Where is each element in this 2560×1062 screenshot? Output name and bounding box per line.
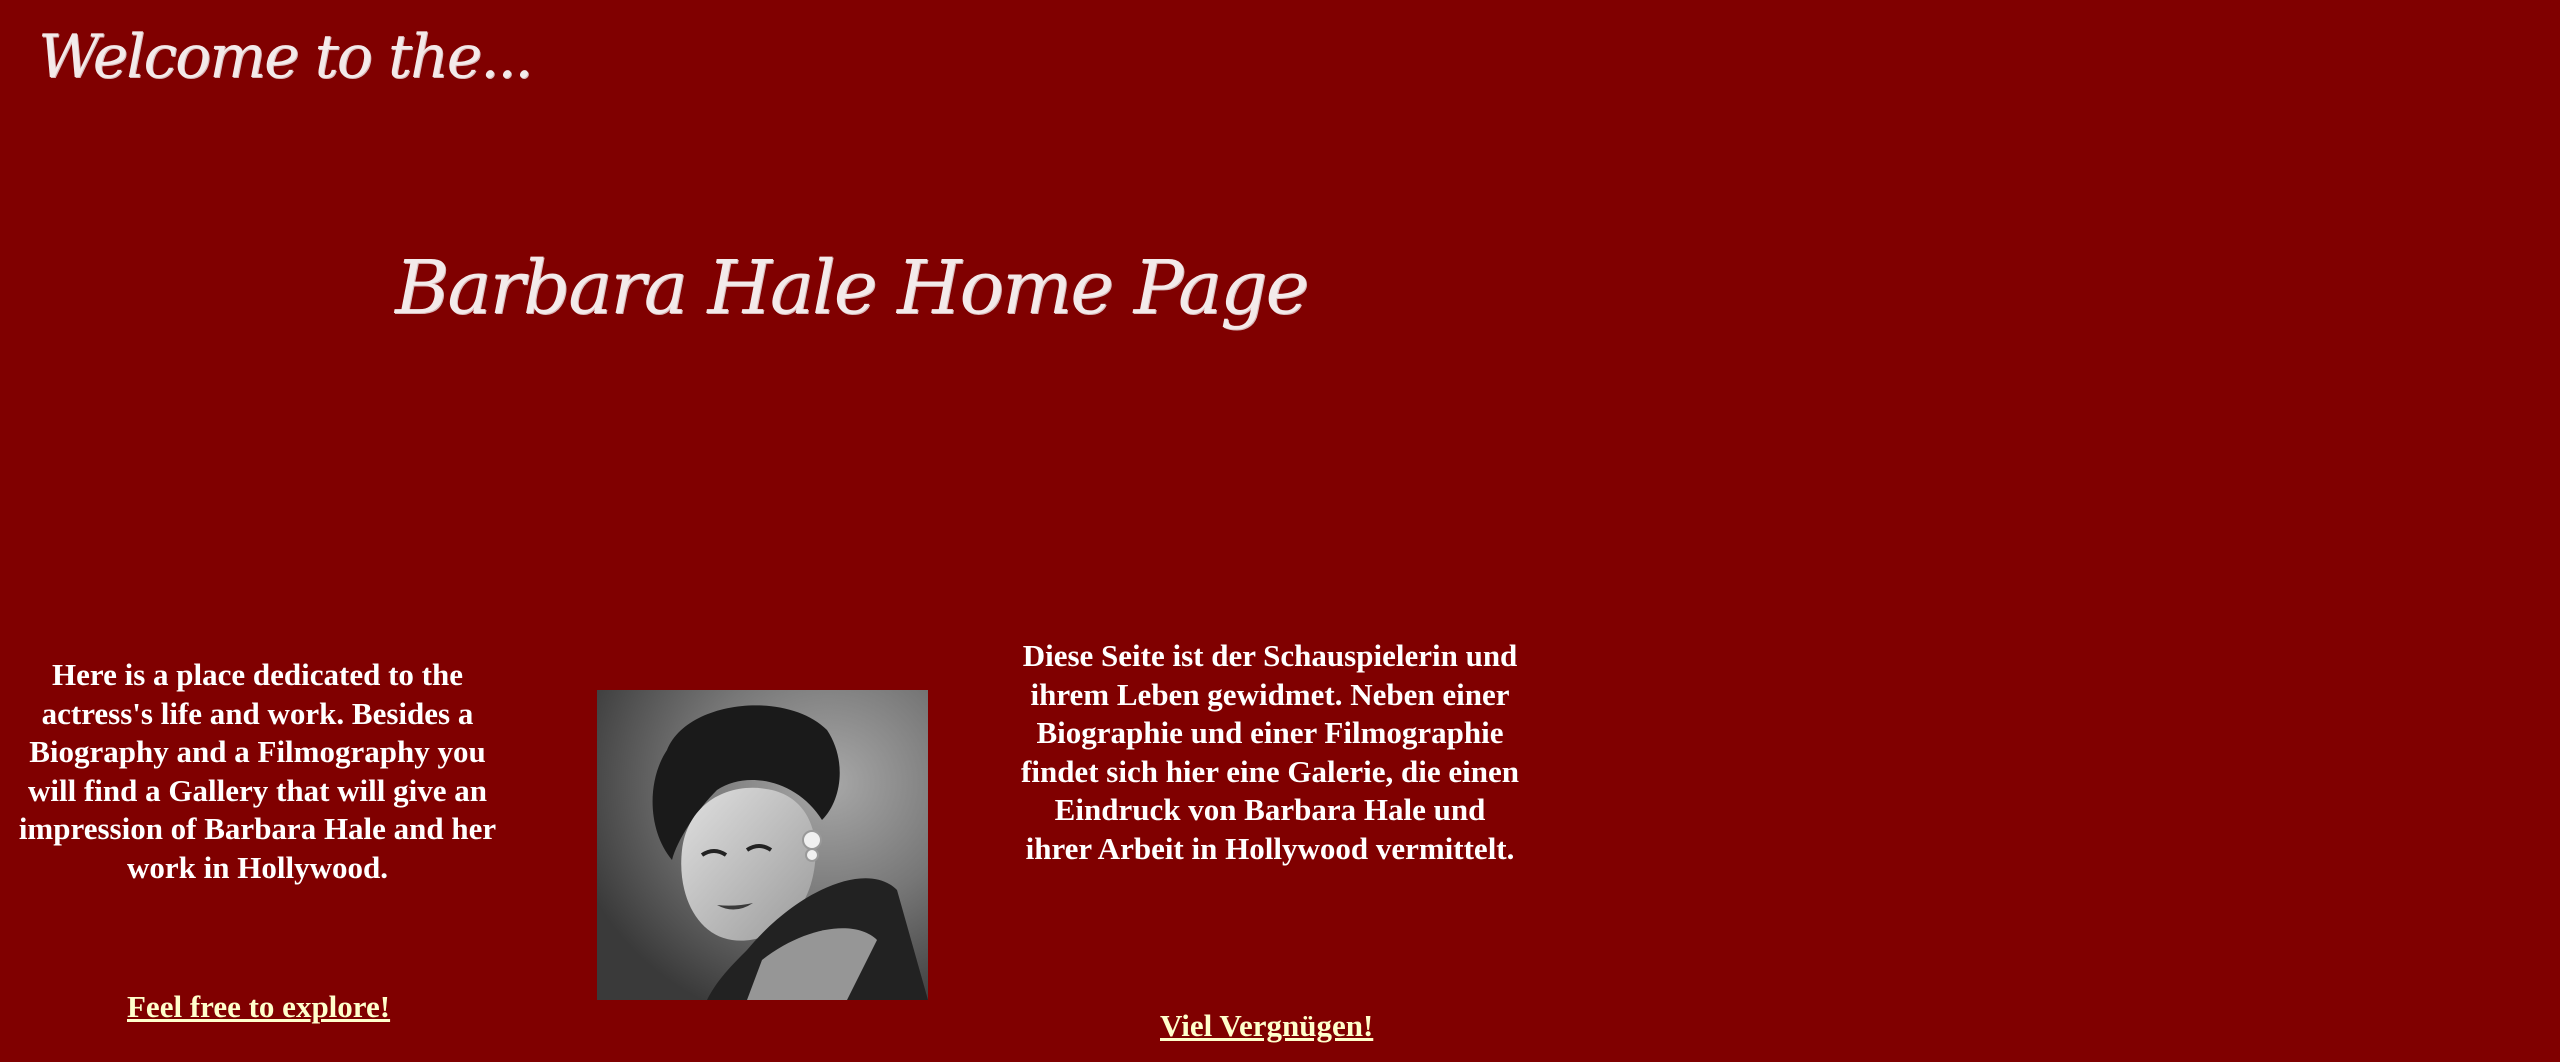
- portrait-image: [597, 690, 928, 1000]
- portrait-photo: [597, 690, 928, 1000]
- intro-text-english: Here is a place dedicated to the actress…: [18, 657, 497, 885]
- welcome-heading: Welcome to the...: [38, 22, 533, 92]
- explore-link-english[interactable]: Feel free to explore!: [127, 989, 390, 1025]
- intro-text-german: Diese Seite ist der Schauspielerin und i…: [1021, 638, 1519, 866]
- explore-link-german[interactable]: Viel Vergnügen!: [1160, 1008, 1373, 1044]
- page-title: Barbara Hale Home Page: [395, 245, 1309, 331]
